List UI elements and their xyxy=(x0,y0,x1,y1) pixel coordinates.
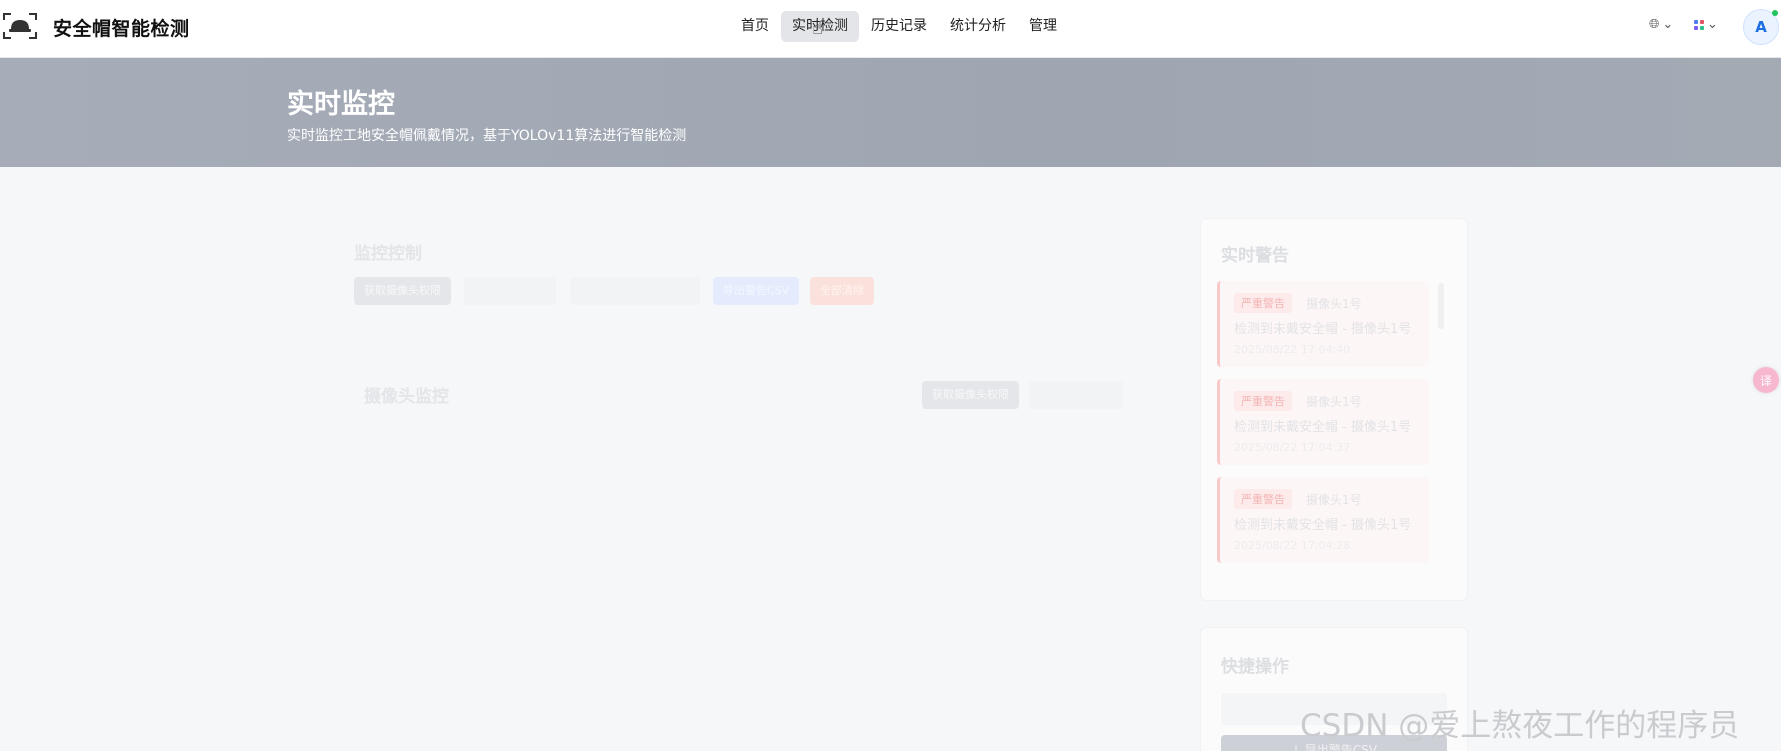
nav-history[interactable]: 历史记录 xyxy=(860,11,938,42)
page-header-banner: 实时监控 实时监控工地安全帽佩戴情况，基于YOLOv11算法进行智能检测 xyxy=(0,58,1781,167)
monitor-control-panel: 监控控制 获取摄像头权限 导出警告CSV 全部清除 摄像头监控 获取摄像头权限 xyxy=(336,216,1198,616)
camera-monitor-title: 摄像头监控 xyxy=(364,387,449,407)
stop-detection-button[interactable] xyxy=(570,277,700,305)
alert-time: 2025/08/22 17:04:37 xyxy=(1234,441,1351,454)
severity-badge: 严重警告 xyxy=(1234,489,1292,509)
nav-admin[interactable]: 管理 xyxy=(1018,11,1068,42)
online-status-dot xyxy=(1772,10,1778,16)
alerts-scrollbar[interactable] xyxy=(1438,283,1444,329)
start-detection-button[interactable] xyxy=(464,277,556,305)
severity-badge: 严重警告 xyxy=(1234,293,1292,313)
camera-secondary-button[interactable] xyxy=(1029,381,1123,409)
app-title: 安全帽智能检测 xyxy=(53,18,190,40)
severity-badge: 严重警告 xyxy=(1234,391,1292,411)
user-avatar[interactable]: A xyxy=(1743,9,1779,45)
helmet-camera-icon xyxy=(3,13,37,39)
page-subtitle: 实时监控工地安全帽佩戴情况，基于YOLOv11算法进行智能检测 xyxy=(287,128,687,144)
alert-message: 检测到未戴安全帽 - 摄像头1号 xyxy=(1234,420,1412,435)
watermark: CSDN @爱上熬夜工作的程序员 xyxy=(1300,708,1740,744)
nav-statistics[interactable]: 统计分析 xyxy=(939,11,1017,42)
clear-all-button[interactable]: 全部清除 xyxy=(810,277,874,305)
alert-item[interactable]: 严重警告 摄像头1号 检测到未戴安全帽 - 摄像头1号 2025/08/22 1… xyxy=(1217,477,1429,563)
chevron-down-icon: ⌄ xyxy=(1707,17,1718,32)
quick-actions-title: 快捷操作 xyxy=(1221,657,1289,677)
alert-camera: 摄像头1号 xyxy=(1306,493,1362,507)
alert-time: 2025/08/22 17:04:40 xyxy=(1234,343,1351,356)
alert-item[interactable]: 严重警告 摄像头1号 检测到未戴安全帽 - 摄像头1号 2025/08/22 1… xyxy=(1217,281,1429,367)
main-nav: 首页 实时检测 历史记录 统计分析 管理 xyxy=(730,11,1069,42)
alert-camera: 摄像头1号 xyxy=(1306,395,1362,409)
translate-icon[interactable]: 译 xyxy=(1753,367,1779,393)
alert-camera: 摄像头1号 xyxy=(1306,297,1362,311)
chevron-down-icon: ⌄ xyxy=(1662,17,1674,32)
nav-home[interactable]: 首页 xyxy=(730,11,780,42)
camera-permission-button[interactable]: 获取摄像头权限 xyxy=(922,381,1019,409)
top-navbar: 安全帽智能检测 首页 实时检测 历史记录 统计分析 管理 ☝ 🌐︎ ⌄ ⌄ A xyxy=(0,0,1781,58)
globe-icon: 🌐︎ xyxy=(1649,17,1660,32)
alert-message: 检测到未戴安全帽 - 摄像头1号 xyxy=(1234,322,1412,337)
alert-time: 2025/08/22 17:04:28 xyxy=(1234,539,1351,552)
alerts-title: 实时警告 xyxy=(1221,246,1289,266)
apps-switcher[interactable]: ⌄ xyxy=(1694,17,1718,32)
realtime-alerts-card: 实时警告 严重警告 摄像头1号 检测到未戴安全帽 - 摄像头1号 2025/08… xyxy=(1200,218,1468,601)
apps-grid-icon xyxy=(1694,19,1704,30)
page-title: 实时监控 xyxy=(287,89,395,120)
language-switcher[interactable]: 🌐︎ ⌄ xyxy=(1649,17,1673,32)
mouse-pointer-icon: ☝ xyxy=(812,18,823,39)
avatar-initial: A xyxy=(1755,18,1767,36)
alert-item[interactable]: 严重警告 摄像头1号 检测到未戴安全帽 - 摄像头1号 2025/08/22 1… xyxy=(1217,379,1429,465)
alert-message: 检测到未戴安全帽 - 摄像头1号 xyxy=(1234,518,1412,533)
export-alerts-csv-button[interactable]: 导出警告CSV xyxy=(713,277,800,305)
monitor-control-title: 监控控制 xyxy=(354,244,422,264)
request-camera-permission-button[interactable]: 获取摄像头权限 xyxy=(354,277,451,305)
